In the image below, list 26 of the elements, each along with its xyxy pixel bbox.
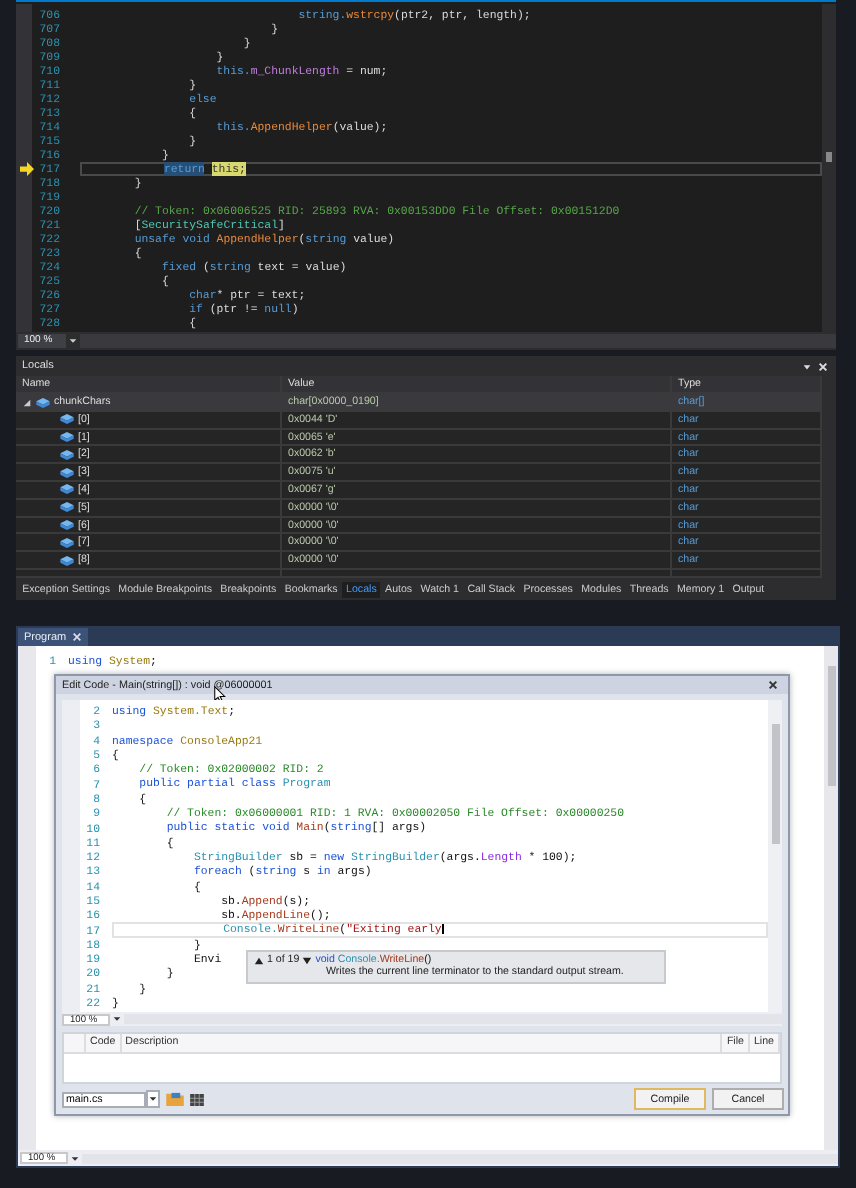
cube-icon <box>60 484 74 495</box>
vertical-scrollbar[interactable] <box>768 700 782 1012</box>
vertical-scrollbar[interactable] <box>822 4 836 332</box>
cube-icon <box>60 520 74 531</box>
folder-icon[interactable] <box>166 1092 184 1106</box>
caret-icon[interactable] <box>146 1090 160 1108</box>
cube-icon <box>36 397 50 407</box>
dropdown-icon[interactable] <box>802 361 812 371</box>
cube-icon <box>60 432 74 443</box>
expand-arrow-icon[interactable] <box>22 397 32 407</box>
horizontal-scrollbar[interactable] <box>82 1153 838 1163</box>
cube-icon <box>60 414 74 425</box>
horizontal-scrollbar[interactable] <box>80 334 836 348</box>
up-arrow-icon[interactable] <box>254 955 264 965</box>
current-statement-icon <box>20 162 34 176</box>
caret-icon[interactable] <box>68 336 78 346</box>
cube-icon <box>60 449 74 460</box>
horizontal-scrollbar[interactable] <box>124 1014 782 1024</box>
grid-icon[interactable] <box>190 1093 204 1105</box>
down-arrow-icon[interactable] <box>302 955 313 965</box>
cube-icon <box>60 555 74 566</box>
cube-icon <box>60 467 74 478</box>
close-icon[interactable] <box>768 680 778 690</box>
vertical-scrollbar[interactable] <box>824 646 838 1150</box>
cube-icon <box>60 537 74 548</box>
cube-icon <box>60 502 74 513</box>
